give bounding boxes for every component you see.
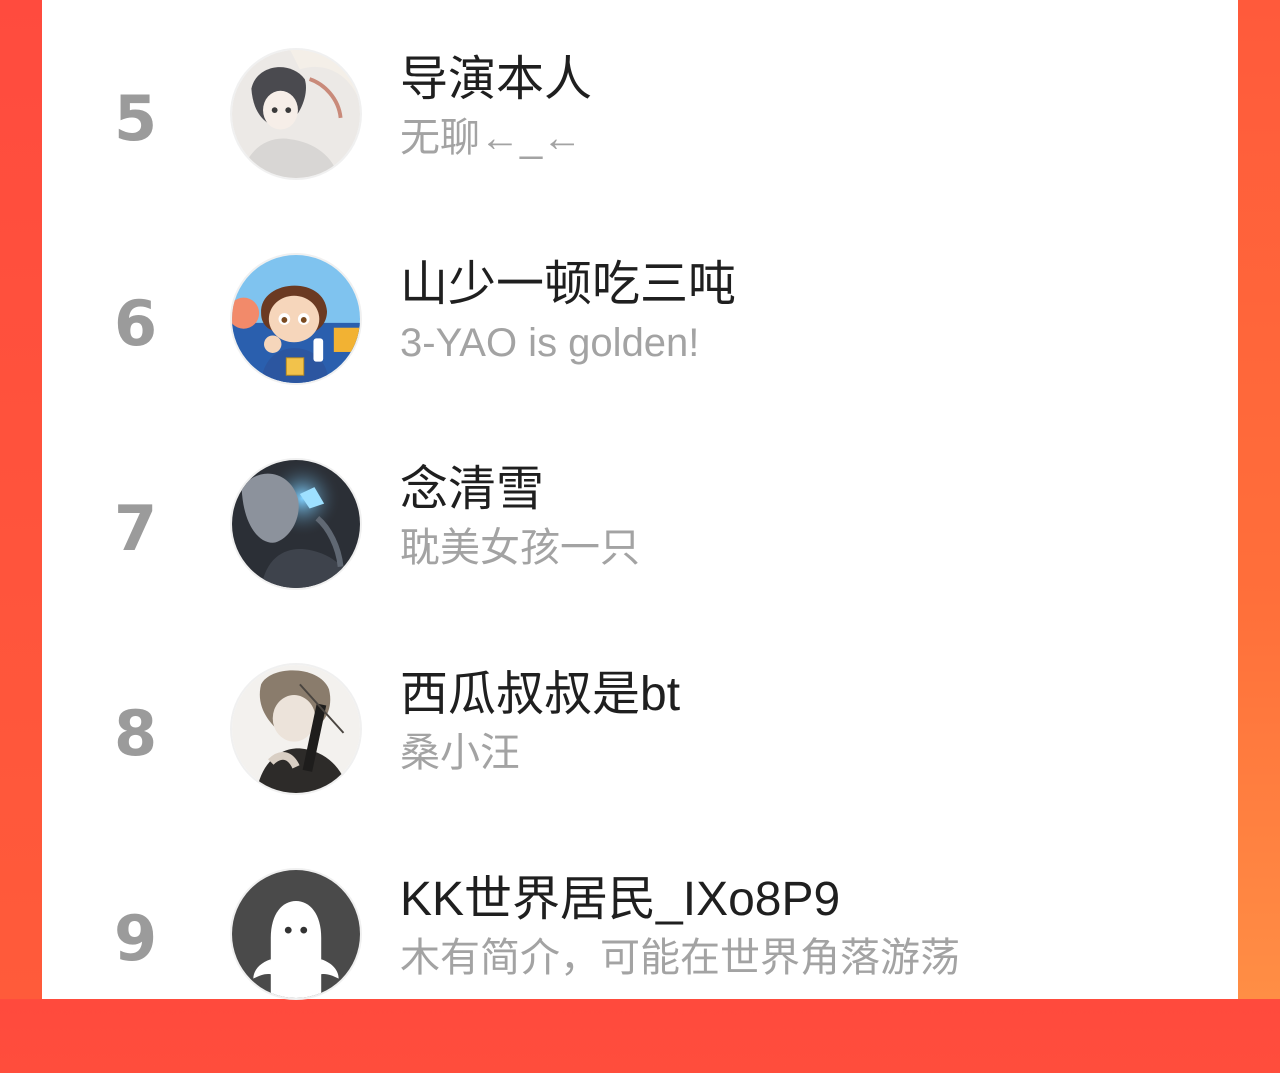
ghost-icon (232, 870, 360, 998)
user-name[interactable]: 念清雪 (400, 463, 544, 517)
leaderboard-row[interactable]: 7 念清雪 耽美女孩一只 (42, 458, 1238, 663)
rank-number: 5 (114, 82, 158, 155)
rank-number: 8 (114, 697, 158, 770)
leaderboard-panel: 5 导演本人 无聊←_← 6 山少一顿吃三吨 3-YAO is golden! … (42, 0, 1238, 1000)
user-name[interactable]: 导演本人 (400, 53, 592, 107)
sketch-boy-avatar-image (232, 665, 360, 793)
rank-number: 7 (114, 492, 158, 565)
user-bio: 3-YAO is golden! (400, 321, 700, 365)
rank-number: 6 (114, 287, 158, 360)
default-ghost-avatar[interactable] (230, 868, 362, 1000)
dark-anime-avatar[interactable] (230, 458, 362, 590)
leaderboard-row[interactable]: 5 导演本人 无聊←_← (42, 48, 1238, 253)
user-name[interactable]: 西瓜叔叔是bt (400, 668, 680, 722)
rank-number: 9 (114, 902, 158, 975)
leaderboard-row[interactable]: 6 山少一顿吃三吨 3-YAO is golden! (42, 253, 1238, 458)
user-name[interactable]: KK世界居民_IXo8P9 (400, 873, 840, 927)
right-background-band (1238, 0, 1280, 999)
user-bio: 木有简介，可能在世界角落游荡 (400, 936, 960, 980)
leaderboard-row[interactable]: 8 西瓜叔叔是bt 桑小汪 (42, 663, 1238, 868)
user-name[interactable]: 山少一顿吃三吨 (400, 258, 736, 312)
dark-anime-avatar-image (232, 460, 360, 588)
user-bio: 桑小汪 (400, 731, 520, 775)
cartoon-kid-avatar[interactable] (230, 253, 362, 385)
sketch-boy-avatar[interactable] (230, 663, 362, 795)
anime-boy-avatar[interactable] (230, 48, 362, 180)
user-bio: 无聊←_← (400, 116, 583, 160)
cartoon-kid-avatar-image (232, 255, 360, 383)
left-background-band (0, 0, 42, 999)
anime-boy-avatar-image (232, 50, 360, 178)
user-bio: 耽美女孩一只 (400, 526, 640, 570)
leaderboard-row[interactable]: 9 KK世界居民_IXo8P9 木有简介，可能在世界角落游荡 (42, 868, 1238, 1073)
